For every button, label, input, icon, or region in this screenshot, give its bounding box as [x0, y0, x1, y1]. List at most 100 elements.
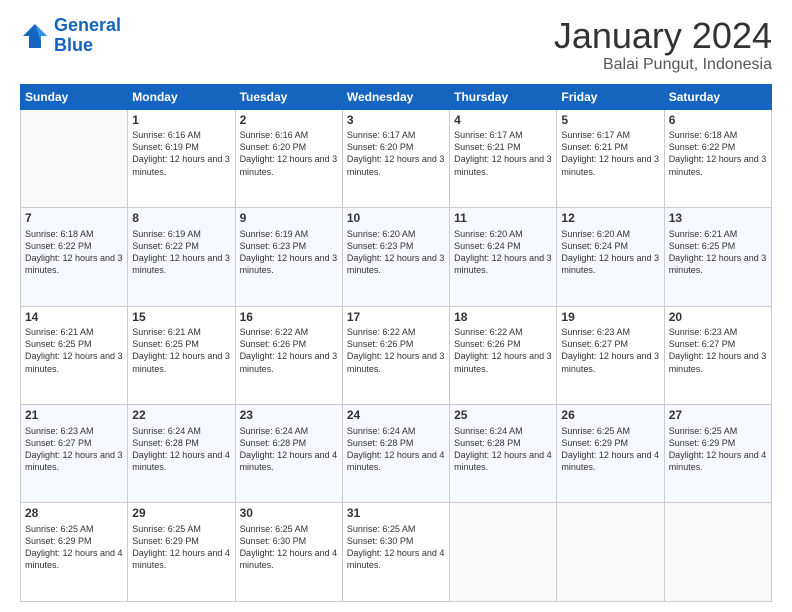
day-info: Sunrise: 6:20 AMSunset: 6:24 PMDaylight:… — [561, 228, 659, 277]
calendar-cell: 14Sunrise: 6:21 AMSunset: 6:25 PMDayligh… — [21, 306, 128, 404]
day-number: 27 — [669, 408, 767, 424]
calendar-cell: 20Sunrise: 6:23 AMSunset: 6:27 PMDayligh… — [664, 306, 771, 404]
day-number: 15 — [132, 310, 230, 326]
logo-line2: Blue — [54, 35, 93, 55]
day-number: 31 — [347, 506, 445, 522]
day-info: Sunrise: 6:19 AMSunset: 6:23 PMDaylight:… — [240, 228, 338, 277]
calendar-header-row: SundayMondayTuesdayWednesdayThursdayFrid… — [21, 84, 772, 109]
calendar-cell: 31Sunrise: 6:25 AMSunset: 6:30 PMDayligh… — [342, 503, 449, 602]
day-info: Sunrise: 6:18 AMSunset: 6:22 PMDaylight:… — [669, 129, 767, 178]
day-info: Sunrise: 6:17 AMSunset: 6:21 PMDaylight:… — [561, 129, 659, 178]
logo-icon — [20, 21, 50, 51]
day-info: Sunrise: 6:19 AMSunset: 6:22 PMDaylight:… — [132, 228, 230, 277]
day-number: 19 — [561, 310, 659, 326]
calendar-header-tuesday: Tuesday — [235, 84, 342, 109]
calendar-cell: 29Sunrise: 6:25 AMSunset: 6:29 PMDayligh… — [128, 503, 235, 602]
day-info: Sunrise: 6:17 AMSunset: 6:21 PMDaylight:… — [454, 129, 552, 178]
day-number: 21 — [25, 408, 123, 424]
day-number: 9 — [240, 211, 338, 227]
day-info: Sunrise: 6:25 AMSunset: 6:30 PMDaylight:… — [347, 523, 445, 572]
calendar-cell: 11Sunrise: 6:20 AMSunset: 6:24 PMDayligh… — [450, 208, 557, 306]
day-info: Sunrise: 6:24 AMSunset: 6:28 PMDaylight:… — [132, 425, 230, 474]
calendar-header-sunday: Sunday — [21, 84, 128, 109]
calendar-week-5: 28 Sunrise: 6:25 AMSunset: 6:29 PMDayligh… — [21, 503, 772, 602]
title-block: January 2024 Balai Pungut, Indonesia — [554, 16, 772, 74]
calendar-cell: 28Sunrise: 6:25 AMSunset: 6:29 PMDayligh… — [21, 503, 128, 602]
calendar-cell: 24Sunrise: 6:24 AMSunset: 6:28 PMDayligh… — [342, 405, 449, 503]
calendar-cell — [450, 503, 557, 602]
day-info: Sunrise: 6:22 AMSunset: 6:26 PMDaylight:… — [454, 326, 552, 375]
day-number: 16 — [240, 310, 338, 326]
day-info: Sunrise: 6:20 AMSunset: 6:24 PMDaylight:… — [454, 228, 552, 277]
day-info: Sunrise: 6:23 AMSunset: 6:27 PMDaylight:… — [669, 326, 767, 375]
main-title: January 2024 — [554, 16, 772, 56]
day-info: Sunrise: 6:25 AMSunset: 6:29 PMDaylight:… — [561, 425, 659, 474]
day-info: Sunrise: 6:25 AMSunset: 6:29 PMDaylight:… — [132, 523, 230, 572]
logo: General Blue — [20, 16, 121, 56]
day-info: Sunrise: 6:22 AMSunset: 6:26 PMDaylight:… — [240, 326, 338, 375]
calendar-cell: 2Sunrise: 6:16 AMSunset: 6:20 PMDaylight… — [235, 109, 342, 207]
calendar-cell: 25Sunrise: 6:24 AMSunset: 6:28 PMDayligh… — [450, 405, 557, 503]
day-info: Sunrise: 6:25 AMSunset: 6:30 PMDaylight:… — [240, 523, 338, 572]
day-number: 14 — [25, 310, 123, 326]
day-info: Sunrise: 6:21 AMSunset: 6:25 PMDaylight:… — [669, 228, 767, 277]
calendar-header-thursday: Thursday — [450, 84, 557, 109]
calendar-cell: 27Sunrise: 6:25 AMSunset: 6:29 PMDayligh… — [664, 405, 771, 503]
day-number: 4 — [454, 113, 552, 129]
calendar-header-saturday: Saturday — [664, 84, 771, 109]
calendar-week-3: 14 Sunrise: 6:21 AMSunset: 6:25 PMDayligh… — [21, 306, 772, 404]
day-info: Sunrise: 6:24 AMSunset: 6:28 PMDaylight:… — [240, 425, 338, 474]
calendar-cell: 19Sunrise: 6:23 AMSunset: 6:27 PMDayligh… — [557, 306, 664, 404]
calendar-cell — [21, 109, 128, 207]
day-number: 17 — [347, 310, 445, 326]
day-number: 28 — [25, 506, 123, 522]
calendar-cell: 30Sunrise: 6:25 AMSunset: 6:30 PMDayligh… — [235, 503, 342, 602]
calendar-cell — [664, 503, 771, 602]
calendar-cell: 7Sunrise: 6:18 AMSunset: 6:22 PMDaylight… — [21, 208, 128, 306]
day-number: 20 — [669, 310, 767, 326]
calendar-week-4: 21Sunrise: 6:23 AMSunset: 6:27 PMDayligh… — [21, 405, 772, 503]
calendar-cell: 26Sunrise: 6:25 AMSunset: 6:29 PMDayligh… — [557, 405, 664, 503]
day-number: 18 — [454, 310, 552, 326]
day-info: Sunrise: 6:22 AMSunset: 6:26 PMDaylight:… — [347, 326, 445, 375]
calendar-cell: 16Sunrise: 6:22 AMSunset: 6:26 PMDayligh… — [235, 306, 342, 404]
day-number: 8 — [132, 211, 230, 227]
day-number: 1 — [132, 113, 230, 129]
day-number: 24 — [347, 408, 445, 424]
calendar-table: SundayMondayTuesdayWednesdayThursdayFrid… — [20, 84, 772, 602]
day-number: 3 — [347, 113, 445, 129]
day-number: 29 — [132, 506, 230, 522]
day-number: 13 — [669, 211, 767, 227]
day-info: Sunrise: 6:24 AMSunset: 6:28 PMDaylight:… — [347, 425, 445, 474]
calendar-cell: 9Sunrise: 6:19 AMSunset: 6:23 PMDaylight… — [235, 208, 342, 306]
day-info: Sunrise: 6:17 AMSunset: 6:20 PMDaylight:… — [347, 129, 445, 178]
header: General Blue January 2024 Balai Pungut, … — [20, 16, 772, 74]
day-info: Sunrise: 6:16 AMSunset: 6:20 PMDaylight:… — [240, 129, 338, 178]
logo-text: General Blue — [54, 16, 121, 56]
calendar-cell: 22Sunrise: 6:24 AMSunset: 6:28 PMDayligh… — [128, 405, 235, 503]
day-number: 5 — [561, 113, 659, 129]
calendar-header-friday: Friday — [557, 84, 664, 109]
calendar-cell: 8Sunrise: 6:19 AMSunset: 6:22 PMDaylight… — [128, 208, 235, 306]
calendar-cell: 10Sunrise: 6:20 AMSunset: 6:23 PMDayligh… — [342, 208, 449, 306]
calendar-cell — [557, 503, 664, 602]
calendar-header-monday: Monday — [128, 84, 235, 109]
day-info: Sunrise: 6:23 AMSunset: 6:27 PMDaylight:… — [25, 425, 123, 474]
day-number: 30 — [240, 506, 338, 522]
day-number: 26 — [561, 408, 659, 424]
calendar-cell: 12Sunrise: 6:20 AMSunset: 6:24 PMDayligh… — [557, 208, 664, 306]
calendar-cell: 6Sunrise: 6:18 AMSunset: 6:22 PMDaylight… — [664, 109, 771, 207]
day-number: 11 — [454, 211, 552, 227]
calendar-cell: 3Sunrise: 6:17 AMSunset: 6:20 PMDaylight… — [342, 109, 449, 207]
day-info: Sunrise: 6:25 AMSunset: 6:29 PMDaylight:… — [669, 425, 767, 474]
day-info: Sunrise: 6:21 AMSunset: 6:25 PMDaylight:… — [132, 326, 230, 375]
day-number: 10 — [347, 211, 445, 227]
day-info: Sunrise: 6:20 AMSunset: 6:23 PMDaylight:… — [347, 228, 445, 277]
day-number: 2 — [240, 113, 338, 129]
day-number: 22 — [132, 408, 230, 424]
day-info: Sunrise: 6:18 AMSunset: 6:22 PMDaylight:… — [25, 228, 123, 277]
day-info: Sunrise: 6:23 AMSunset: 6:27 PMDaylight:… — [561, 326, 659, 375]
calendar-cell: 4Sunrise: 6:17 AMSunset: 6:21 PMDaylight… — [450, 109, 557, 207]
day-number: 25 — [454, 408, 552, 424]
calendar-cell: 21Sunrise: 6:23 AMSunset: 6:27 PMDayligh… — [21, 405, 128, 503]
